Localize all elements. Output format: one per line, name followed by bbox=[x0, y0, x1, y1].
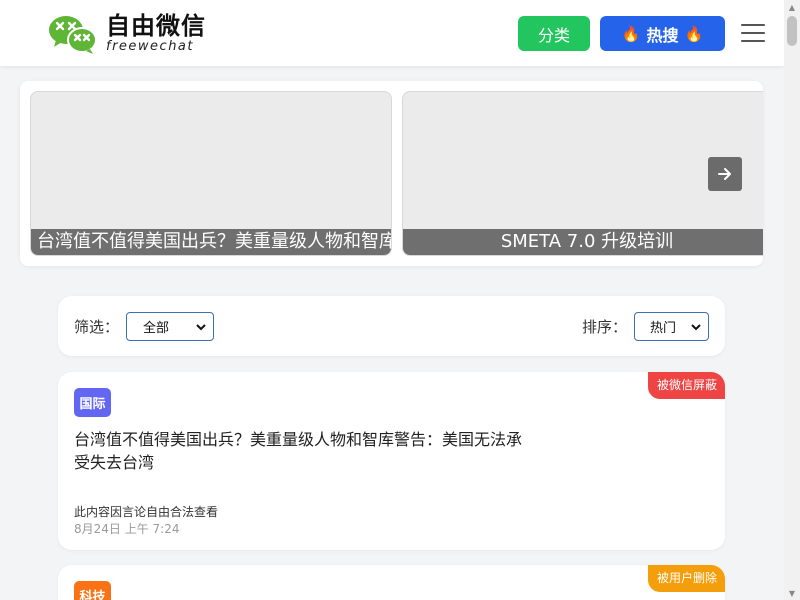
filter-label: 筛选： bbox=[74, 318, 120, 336]
hot-search-button[interactable]: 🔥 热搜 🔥 bbox=[600, 16, 725, 51]
carousel: 台湾值不值得美国出兵？美重量级人物和智库警告：美国无法承受失去台湾 SMETA … bbox=[20, 81, 763, 266]
carousel-slide[interactable]: 台湾值不值得美国出兵？美重量级人物和智库警告：美国无法承受失去台湾 bbox=[30, 91, 392, 256]
arrow-right-icon bbox=[718, 168, 731, 180]
hot-search-label: 热搜 bbox=[646, 25, 679, 45]
category-tag[interactable]: 国际 bbox=[74, 388, 111, 417]
scroll-thumb[interactable] bbox=[787, 16, 797, 46]
scroll-down-icon[interactable]: ▼ bbox=[784, 586, 800, 600]
category-button[interactable]: 分类 bbox=[518, 16, 590, 51]
brand-subtitle: freewechat bbox=[106, 39, 194, 54]
article-note: 此内容因言论自由合法查看 bbox=[74, 505, 219, 519]
sort-label: 排序： bbox=[582, 318, 628, 336]
sort-selected-value: 热门 bbox=[650, 321, 677, 336]
filter-select[interactable]: 全部 bbox=[126, 312, 214, 341]
chevron-down-icon bbox=[691, 324, 701, 331]
status-badge: 被微信屏蔽 bbox=[647, 372, 725, 399]
article-timestamp: 8月24日 上午 7:24 bbox=[74, 522, 180, 536]
filter-bar: 筛选： 全部 排序： 热门 bbox=[58, 296, 725, 356]
slide-caption: SMETA 7.0 升级培训 bbox=[403, 229, 763, 255]
article-card[interactable]: 国际 被微信屏蔽 台湾值不值得美国出兵？美重量级人物和智库警告：美国无法承受失去… bbox=[58, 372, 725, 550]
flame-icon: 🔥 bbox=[684, 24, 704, 43]
article-card[interactable]: 科技 被用户删除 bbox=[58, 565, 725, 600]
carousel-next-button[interactable] bbox=[708, 157, 742, 191]
menu-icon[interactable] bbox=[741, 24, 765, 44]
flame-icon: 🔥 bbox=[621, 24, 641, 43]
chevron-down-icon bbox=[196, 324, 206, 331]
brand[interactable]: 自由微信 freewechat bbox=[106, 12, 206, 54]
scrollbar[interactable]: ▲ ▼ bbox=[784, 0, 800, 600]
article-title[interactable]: 台湾值不值得美国出兵？美重量级人物和智库警告：美国无法承受失去台湾 bbox=[74, 428, 524, 474]
status-badge: 被用户删除 bbox=[647, 565, 725, 592]
wechat-logo-icon[interactable] bbox=[48, 14, 98, 54]
sort-select[interactable]: 热门 bbox=[634, 312, 709, 341]
header: 自由微信 freewechat 分类 🔥 热搜 🔥 bbox=[0, 0, 784, 66]
brand-name: 自由微信 bbox=[106, 12, 206, 40]
scroll-up-icon[interactable]: ▲ bbox=[784, 0, 800, 14]
slide-caption: 台湾值不值得美国出兵？美重量级人物和智库警告：美国无法承受失去台湾 bbox=[31, 229, 391, 255]
category-tag[interactable]: 科技 bbox=[74, 581, 111, 600]
filter-selected-value: 全部 bbox=[143, 321, 170, 336]
